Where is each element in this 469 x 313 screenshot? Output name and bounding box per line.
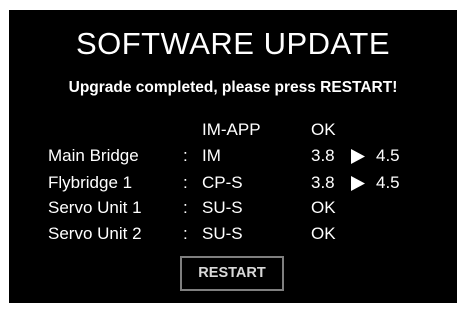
- unit-current-version: 3.8: [311, 173, 335, 192]
- separator: :: [183, 224, 188, 243]
- unit-status: OK: [311, 198, 336, 217]
- status-message: Upgrade completed, please press RESTART!: [68, 79, 398, 96]
- header-row: IM-APP OK: [9, 118, 457, 142]
- unit-module: SU-S: [202, 224, 243, 243]
- unit-name: Main Bridge: [48, 146, 139, 165]
- unit-new-version: 4.5: [376, 173, 400, 192]
- unit-row-main-bridge: Main Bridge : IM 3.8 4.5: [9, 144, 457, 168]
- unit-module: CP-S: [202, 173, 243, 192]
- unit-row-flybridge-1: Flybridge 1 : CP-S 3.8 4.5: [9, 171, 457, 195]
- header-module: IM-APP: [202, 120, 261, 139]
- play-right-icon: [351, 176, 365, 191]
- play-right-icon: [351, 149, 365, 164]
- unit-status: OK: [311, 224, 336, 243]
- unit-name: Flybridge 1: [48, 173, 133, 192]
- app-frame: SOFTWARE UPDATE Upgrade completed, pleas…: [0, 0, 469, 313]
- unit-current-version: 3.8: [311, 146, 335, 165]
- unit-row-servo-unit-2: Servo Unit 2 : SU-S OK: [9, 222, 457, 246]
- unit-row-servo-unit-1: Servo Unit 1 : SU-S OK: [9, 196, 457, 220]
- unit-new-version: 4.5: [376, 146, 400, 165]
- unit-name: Servo Unit 1: [48, 198, 142, 217]
- header-status: OK: [311, 120, 336, 139]
- separator: :: [183, 173, 188, 192]
- unit-module: IM: [202, 146, 221, 165]
- separator: :: [183, 198, 188, 217]
- software-update-screen: SOFTWARE UPDATE Upgrade completed, pleas…: [9, 10, 457, 303]
- unit-module: SU-S: [202, 198, 243, 217]
- restart-button[interactable]: RESTART: [180, 256, 284, 291]
- separator: :: [183, 146, 188, 165]
- page-title: SOFTWARE UPDATE: [75, 26, 391, 61]
- unit-name: Servo Unit 2: [48, 224, 142, 243]
